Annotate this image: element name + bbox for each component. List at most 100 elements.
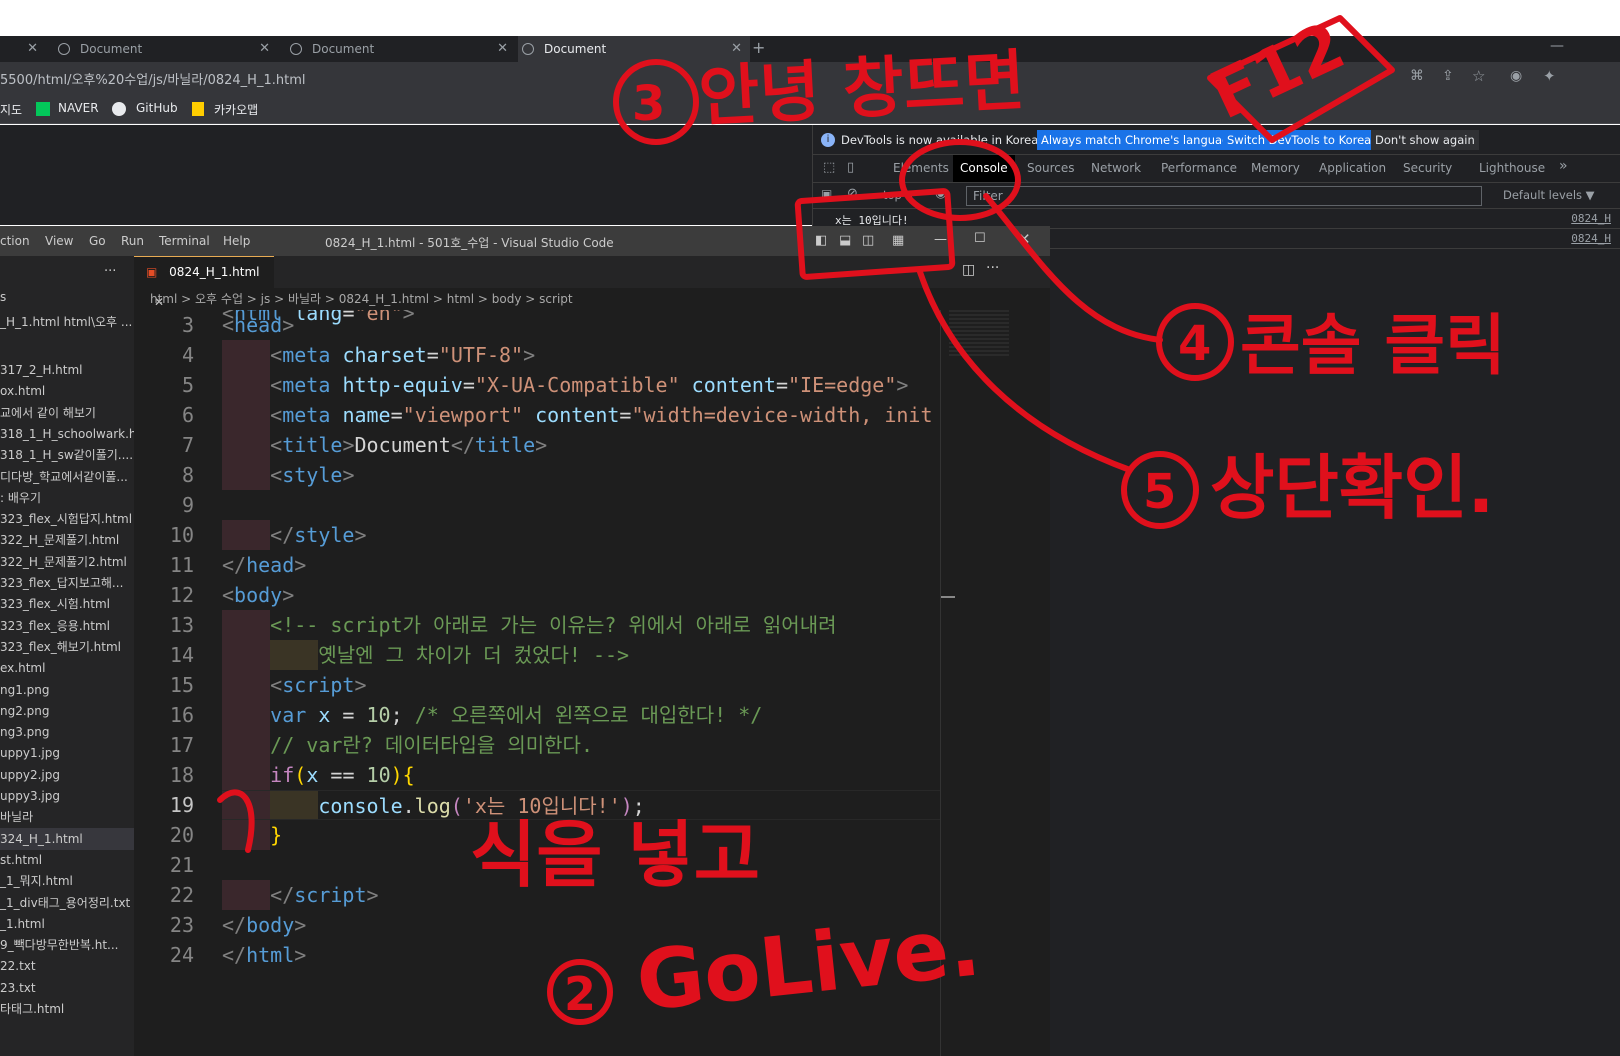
profile-icon[interactable]: ◉ [1510,68,1522,84]
console-source-link[interactable]: 0824_H [1571,232,1611,245]
file-item[interactable]: 318_1_H_schoolwark.h... [0,423,134,445]
line-number: 16 [169,703,194,727]
sidebar-toggle-icon[interactable]: ▣ [821,187,832,201]
new-tab-icon[interactable]: + [752,38,765,57]
minimap[interactable] [940,310,1050,1056]
editor-more-icon[interactable]: ··· [986,260,999,276]
bookmark-kakaomap[interactable]: 카카오맵 [214,101,258,118]
maximize-icon[interactable]: ☐ [974,231,986,246]
file-item[interactable]: ng3.png [0,721,134,743]
tab-application[interactable]: Application [1319,161,1386,175]
switch-to-korean-button[interactable]: Switch DevTools to Korean [1223,130,1383,150]
always-match-language-button[interactable]: Always match Chrome's language [1037,130,1241,150]
file-item[interactable]: 322_H_문제풀기2.html [0,551,134,573]
file-item[interactable]: 교에서 같이 해보기 [0,402,134,424]
open-editor-item[interactable]: _H_1.html html\오후 ... [0,311,134,333]
browser-tab[interactable]: Document ✕ [54,36,278,62]
file-item[interactable]: 323_flex_응용.html [0,615,134,637]
menu-go[interactable]: Go [89,234,106,248]
tab-network[interactable]: Network [1091,161,1141,175]
tab-memory[interactable]: Memory [1251,161,1300,175]
tab-sources[interactable]: Sources [1027,161,1074,175]
line-number: 11 [169,553,194,577]
file-item[interactable]: _1_div태그_용어정리.txt [0,892,134,914]
file-item[interactable]: ox.html [0,380,134,402]
explorer-more-icon[interactable]: ... [104,260,116,275]
device-toggle-icon[interactable]: ▯ [847,160,854,175]
layout-split-icon[interactable]: ◫ [862,233,874,248]
breadcrumb[interactable]: html > 오후 수업 > js > 바닐라 > 0824_H_1.html … [134,288,1050,310]
browser-tab[interactable]: Document ✕ [286,36,516,62]
layout-panel-icon[interactable]: ⬓ [839,233,851,248]
browser-tab-partial[interactable]: ✕ [0,36,44,62]
bookmark-naver[interactable]: NAVER [58,101,99,115]
file-item[interactable]: 바닐라 [0,806,134,828]
line-number: 17 [169,733,194,757]
minimize-icon[interactable]: — [934,232,947,247]
close-tab-icon[interactable]: ✕ [731,41,742,56]
browser-tab-active[interactable]: Document ✕ [518,36,750,62]
menu-selection[interactable]: ction [0,234,30,248]
file-item[interactable]: 323_flex_해보기.html [0,636,134,658]
more-tabs-icon[interactable]: » [1559,158,1568,174]
file-item[interactable]: _1.html [0,913,134,935]
file-item[interactable]: 323_flex_시험답지.html [0,508,134,530]
share-icon[interactable]: ⇪ [1442,68,1454,84]
file-item[interactable]: ng1.png [0,679,134,701]
file-item[interactable]: uppy2.jpg [0,764,134,786]
file-item[interactable]: 318_1_H_sw같이풀기.... [0,444,134,466]
file-item[interactable]: : 배우기 [0,487,134,509]
bookmark-map[interactable]: 지도 [0,101,22,118]
close-tab-icon[interactable]: ✕ [27,41,38,56]
inspect-element-icon[interactable]: ⬚ [823,160,835,175]
menu-help[interactable]: Help [223,234,250,248]
close-window-icon[interactable]: ✕ [1018,230,1031,248]
file-item[interactable]: 디다방_학교에서같이풀... [0,466,134,488]
tab-performance[interactable]: Performance [1161,161,1237,175]
tab-lighthouse[interactable]: Lighthouse [1479,161,1545,175]
editor-tab-active[interactable]: ▣ 0824_H_1.html ✕ [134,256,274,309]
menu-terminal[interactable]: Terminal [159,234,210,248]
file-item[interactable]: 9_빽다방무한반복.ht... [0,934,134,956]
file-item[interactable]: ng2.png [0,700,134,722]
eye-icon[interactable]: ◉ [935,186,946,201]
code-area[interactable]: 3 4 5 6 7 8 9 10 11 12 13 14 15 16 17 18 19 20 21 22 23 24 <h… [134,310,940,1056]
split-editor-icon[interactable]: ◫ [962,262,975,278]
file-item[interactable]: 23.txt [0,977,134,999]
console-filter-input[interactable]: Filter [966,186,1482,206]
layout-sidebar-icon[interactable]: ◧ [815,233,827,248]
file-item[interactable]: 322_H_문제풀기.html [0,529,134,551]
file-item[interactable]: _1_뭐지.html [0,870,134,892]
close-tab-icon[interactable]: ✕ [259,41,270,56]
file-item[interactable]: 22.txt [0,955,134,977]
translate-icon[interactable]: ⌘ [1410,68,1424,84]
file-item[interactable]: st.html [0,849,134,871]
file-item[interactable]: ex.html [0,657,134,679]
console-source-link[interactable]: 0824_H [1571,212,1611,225]
url-field[interactable]: 5500/html/오후%20수업/js/바닐라/0824_H_1.html [0,69,305,88]
dont-show-again-button[interactable]: Don't show again [1371,130,1479,150]
minimize-window-icon[interactable]: — [1550,38,1564,54]
file-item[interactable]: 타태그.html [0,998,134,1020]
file-item[interactable]: 317_2_H.html [0,359,134,381]
file-item[interactable]: 323_flex_시험.html [0,593,134,615]
context-selector[interactable]: top ▼ [883,188,914,202]
file-item[interactable]: uppy3.jpg [0,785,134,807]
file-item[interactable]: uppy1.jpg [0,742,134,764]
clear-console-icon[interactable]: ⊘ [847,186,858,201]
bookmark-github[interactable]: GitHub [136,101,178,115]
tab-console[interactable]: Console [953,155,1015,182]
menu-run[interactable]: Run [121,234,144,248]
console-toolbar: ▣ ⊘ top ▼ ◉ Filter Default levels ▼ [813,183,1620,209]
close-tab-icon[interactable]: ✕ [497,41,508,56]
bookmark-star-icon[interactable]: ☆ [1472,67,1485,85]
tab-security[interactable]: Security [1403,161,1452,175]
log-levels-dropdown[interactable]: Default levels ▼ [1503,188,1595,202]
customize-layout-icon[interactable]: ▦ [892,233,904,248]
explorer-section-title[interactable]: s [0,290,6,304]
file-item[interactable]: 323_flex_답지보고해... [0,572,134,594]
extensions-icon[interactable]: ✦ [1543,67,1556,85]
menu-view[interactable]: View [45,234,73,248]
tab-elements[interactable]: Elements [893,161,949,175]
file-item[interactable]: 324_H_1.html [0,827,134,850]
